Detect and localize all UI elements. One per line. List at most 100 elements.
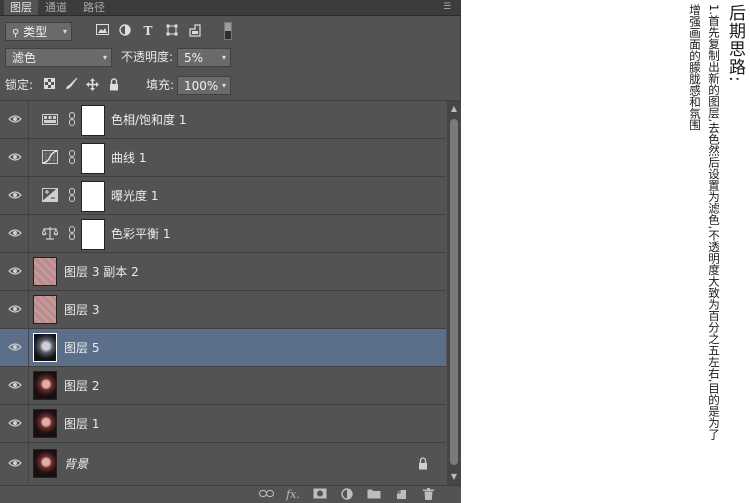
lock-transparency-icon[interactable] — [42, 78, 56, 92]
lock-pixels-brush-icon[interactable] — [64, 77, 78, 92]
visibility-eye-icon[interactable] — [8, 152, 22, 162]
filter-row: ⚲ 类型 ▾ T — [0, 22, 461, 42]
layer-thumbnail[interactable] — [33, 449, 57, 478]
layer-mask-thumbnail[interactable] — [81, 105, 105, 136]
layer-row[interactable]: 图层 3 — [0, 291, 446, 329]
chevron-down-icon: ▾ — [102, 53, 107, 62]
notes-line-1: 1.首先复制出新的图层,去色然后设置为滤色,不透明度大致为百分之五左右,目的是为… — [707, 4, 721, 440]
visibility-eye-icon[interactable] — [8, 114, 22, 124]
layer-row-selected[interactable]: 图层 5 — [0, 329, 446, 367]
notes-line-2: 增强画面的朦胧感和氛围 — [688, 4, 702, 131]
divider — [28, 177, 29, 215]
pixel-filter-icon[interactable] — [95, 24, 109, 38]
divider — [28, 253, 29, 291]
adjustment-filter-icon[interactable] — [118, 24, 132, 38]
tab-paths[interactable]: 路径 — [80, 0, 108, 15]
layer-row[interactable]: 图层 1 — [0, 405, 446, 443]
fill-input[interactable]: 100% ▾ — [177, 76, 231, 95]
layer-row[interactable]: 图层 2 — [0, 367, 446, 405]
filter-kind-label: 类型 — [23, 25, 48, 39]
layer-thumbnail[interactable] — [33, 295, 57, 324]
search-icon: ⚲ — [12, 28, 20, 39]
visibility-eye-icon[interactable] — [8, 190, 22, 200]
divider — [28, 443, 29, 485]
chain-link-icon[interactable] — [68, 150, 76, 164]
layer-name[interactable]: 色相/饱和度 1 — [111, 101, 187, 139]
layer-name[interactable]: 色彩平衡 1 — [111, 215, 170, 253]
layer-name[interactable]: 图层 3 副本 2 — [64, 253, 139, 291]
lock-label: 锁定: — [5, 78, 34, 92]
layer-row[interactable]: 曝光度 1 — [0, 177, 446, 215]
filter-toggle-switch[interactable] — [224, 22, 232, 40]
shape-filter-icon[interactable] — [165, 24, 179, 38]
visibility-eye-icon[interactable] — [8, 342, 22, 352]
chain-link-icon[interactable] — [68, 226, 76, 240]
tab-layers[interactable]: 图层 — [4, 0, 38, 15]
layer-row[interactable]: 色相/饱和度 1 — [0, 101, 446, 139]
layer-thumbnail[interactable] — [33, 409, 57, 438]
blend-mode-value: 滤色 — [12, 51, 37, 65]
scroll-up-arrow-icon[interactable]: ▲ — [447, 103, 461, 115]
layer-thumbnail[interactable] — [33, 333, 57, 362]
filter-kind-select[interactable]: ⚲ 类型 ▾ — [5, 22, 72, 41]
lock-row: 锁定: 填充: 100% ▾ — [0, 76, 461, 96]
panel-tab-bar: 图层 通道 路径 ☰ — [0, 0, 461, 16]
divider — [28, 291, 29, 329]
layer-row[interactable]: 图层 3 副本 2 — [0, 253, 446, 291]
layer-mask-thumbnail[interactable] — [81, 219, 105, 250]
link-layers-icon[interactable] — [258, 488, 274, 501]
lock-all-icon[interactable] — [107, 78, 121, 92]
new-layer-icon[interactable] — [393, 488, 409, 501]
fill-label: 填充: — [146, 78, 175, 92]
delete-trash-icon[interactable] — [420, 488, 436, 501]
type-filter-icon[interactable]: T — [141, 24, 155, 38]
panel-menu-icon[interactable]: ☰ — [443, 2, 455, 12]
opacity-input[interactable]: 5% ▾ — [177, 48, 231, 67]
scroll-down-arrow-icon[interactable]: ▼ — [447, 471, 461, 483]
visibility-eye-icon[interactable] — [8, 266, 22, 276]
layer-row-background[interactable]: 背景 — [0, 443, 446, 485]
blend-mode-select[interactable]: 滤色 ▾ — [5, 48, 112, 67]
scrollbar-thumb[interactable] — [450, 119, 458, 465]
layer-name[interactable]: 图层 1 — [64, 405, 99, 443]
layer-name[interactable]: 图层 5 — [64, 329, 99, 367]
layer-name[interactable]: 曲线 1 — [111, 139, 146, 177]
layer-name[interactable]: 背景 — [64, 443, 88, 485]
visibility-eye-icon[interactable] — [8, 418, 22, 428]
layer-row[interactable]: 色彩平衡 1 — [0, 215, 446, 253]
visibility-eye-icon[interactable] — [8, 380, 22, 390]
divider — [28, 101, 29, 139]
blend-row: 滤色 ▾ 不透明度: 5% ▾ — [0, 48, 461, 68]
layer-mask-thumbnail[interactable] — [81, 181, 105, 212]
visibility-eye-icon[interactable] — [8, 458, 22, 468]
opacity-value: 5% — [184, 51, 204, 65]
chevron-down-icon: ▾ — [221, 81, 226, 90]
fx-button[interactable]: fx. — [285, 488, 301, 501]
tab-channels[interactable]: 通道 — [42, 0, 70, 15]
layer-name[interactable]: 图层 2 — [64, 367, 99, 405]
notes-title: 后期思路: — [725, 4, 745, 83]
add-mask-icon[interactable] — [312, 488, 328, 501]
chevron-down-icon: ▾ — [62, 27, 67, 36]
exposure-icon — [42, 188, 58, 202]
smart-object-filter-icon[interactable] — [188, 24, 202, 38]
layer-thumbnail[interactable] — [33, 257, 57, 286]
fill-value: 100% — [184, 79, 219, 93]
new-group-folder-icon[interactable] — [366, 488, 382, 501]
new-adjustment-layer-icon[interactable] — [339, 488, 355, 501]
layer-thumbnail[interactable] — [33, 371, 57, 400]
hue-saturation-icon — [42, 114, 58, 125]
layer-name[interactable]: 图层 3 — [64, 291, 99, 329]
layer-mask-thumbnail[interactable] — [81, 143, 105, 174]
divider — [28, 215, 29, 253]
layer-row[interactable]: 曲线 1 — [0, 139, 446, 177]
layer-name[interactable]: 曝光度 1 — [111, 177, 158, 215]
chain-link-icon[interactable] — [68, 188, 76, 202]
visibility-eye-icon[interactable] — [8, 304, 22, 314]
layers-panel: 图层 通道 路径 ☰ ⚲ 类型 ▾ T 滤色 ▾ 不透明度: 5% ▾ 锁定: … — [0, 0, 461, 503]
opacity-label: 不透明度: — [121, 50, 174, 64]
chain-link-icon[interactable] — [68, 112, 76, 126]
lock-position-move-icon[interactable] — [85, 78, 99, 92]
layer-list-scrollbar[interactable]: ▲ ▼ — [447, 101, 461, 485]
visibility-eye-icon[interactable] — [8, 228, 22, 238]
